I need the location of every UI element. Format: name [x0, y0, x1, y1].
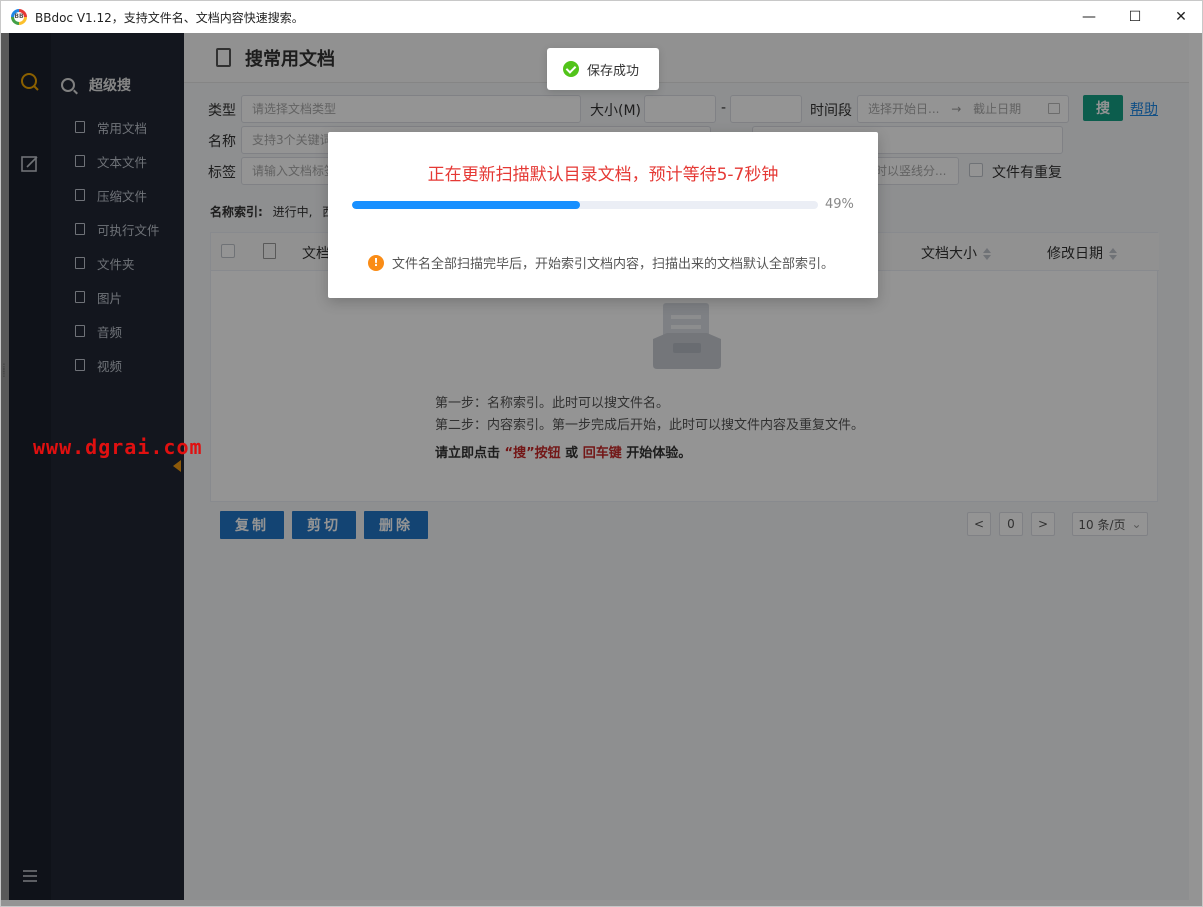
app-window: BBdoc V1.12，支持文件名、文档内容快速搜索。 — ☐ ✕: [0, 0, 1203, 907]
maximize-button[interactable]: ☐: [1112, 1, 1158, 33]
progress-fill: [352, 201, 581, 209]
app-logo-icon: [11, 9, 27, 25]
dialog-note-text: 文件名全部扫描完毕后，开始索引文档内容，扫描出来的文档默认全部索引。: [392, 257, 835, 272]
watermark-text: www.dgrai.com: [33, 435, 203, 459]
progress-percent: 49%: [825, 197, 854, 212]
drag-handle-icon[interactable]: ⁞ ⁞: [2, 362, 6, 379]
progress-bar: [352, 201, 818, 209]
window-controls: — ☐ ✕: [1066, 1, 1202, 33]
minimize-button[interactable]: —: [1066, 1, 1112, 33]
window-title: BBdoc V1.12，支持文件名、文档内容快速搜索。: [35, 10, 304, 25]
title-bar: BBdoc V1.12，支持文件名、文档内容快速搜索。 — ☐ ✕: [1, 1, 1202, 33]
scan-progress-dialog: 正在更新扫描默认目录文档，预计等待5-7秒钟 49% ! 文件名全部扫描完毕后，…: [328, 132, 878, 298]
save-toast: 保存成功: [547, 48, 659, 90]
dialog-note: ! 文件名全部扫描完毕后，开始索引文档内容，扫描出来的文档默认全部索引。: [368, 253, 834, 272]
toast-message: 保存成功: [587, 63, 640, 79]
warning-icon: !: [368, 254, 384, 271]
success-icon: [563, 61, 579, 77]
close-button[interactable]: ✕: [1158, 1, 1202, 33]
dialog-title: 正在更新扫描默认目录文档，预计等待5-7秒钟: [427, 165, 779, 185]
